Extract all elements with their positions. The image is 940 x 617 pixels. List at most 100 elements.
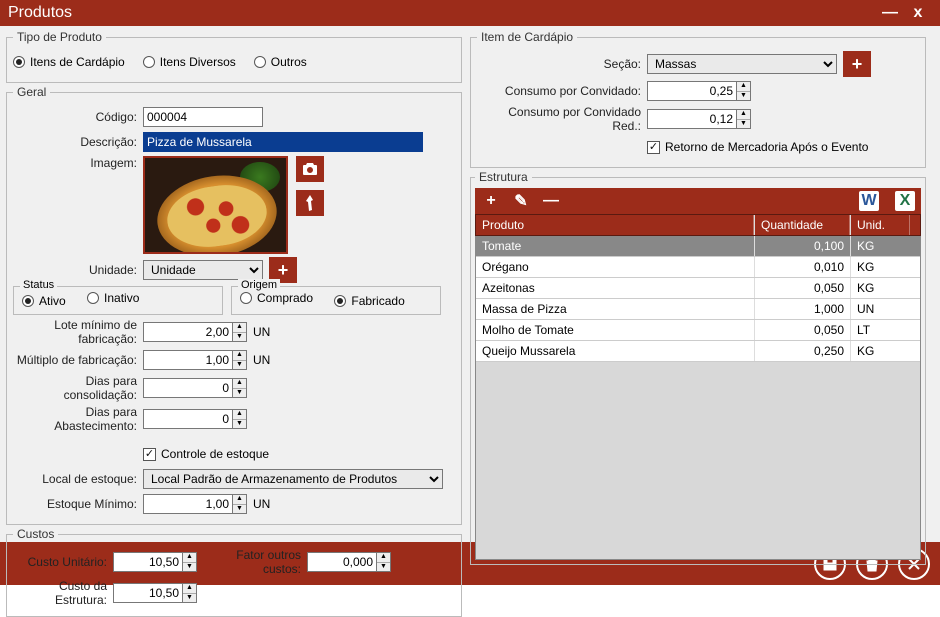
consumo-label: Consumo por Convidado:: [477, 84, 647, 98]
estoque-min-input[interactable]: ▲▼: [143, 494, 247, 514]
cell-unidade: KG: [850, 278, 910, 298]
toolbar-edit-button[interactable]: ✎: [511, 191, 531, 211]
status-group: Status Ativo Inativo: [13, 286, 223, 315]
estoque-min-label: Estoque Mínimo:: [13, 497, 143, 511]
close-button[interactable]: x: [904, 4, 932, 22]
table-row[interactable]: Azeitonas0,050KG: [476, 278, 920, 299]
cell-produto: Orégano: [476, 257, 754, 277]
cell-unidade: KG: [850, 236, 910, 256]
lote-unit: UN: [253, 325, 277, 339]
imagem-preview[interactable]: [143, 156, 288, 254]
unidade-select[interactable]: Unidade: [143, 260, 263, 280]
consumo-red-input[interactable]: ▲▼: [647, 109, 751, 129]
secao-label: Seção:: [477, 57, 647, 71]
estrutura-grid-header: Produto Quantidade Unid.: [475, 214, 921, 236]
titlebar: Produtos — x: [0, 0, 940, 26]
clear-image-button[interactable]: [296, 190, 324, 216]
tipo-produto-legend: Tipo de Produto: [13, 30, 106, 44]
custo-unitario-label: Custo Unitário:: [13, 555, 113, 569]
controle-estoque-checkbox[interactable]: Controle de estoque: [143, 447, 269, 461]
col-produto[interactable]: Produto: [476, 215, 754, 235]
table-row[interactable]: Massa de Pizza1,000UN: [476, 299, 920, 320]
lote-label: Lote mínimo de fabricação:: [13, 318, 143, 346]
codigo-input[interactable]: [143, 107, 263, 127]
multiplo-label: Múltiplo de fabricação:: [13, 353, 143, 367]
cell-quantidade: 0,050: [754, 278, 850, 298]
geral-group: Geral Código: Descrição: Imagem:: [6, 85, 462, 525]
cell-produto: Tomate: [476, 236, 754, 256]
cell-produto: Molho de Tomate: [476, 320, 754, 340]
minimize-button[interactable]: —: [876, 4, 904, 22]
table-row[interactable]: Orégano0,010KG: [476, 257, 920, 278]
unidade-label: Unidade:: [13, 263, 143, 277]
camera-icon: [302, 162, 318, 176]
cell-unidade: UN: [850, 299, 910, 319]
imagem-label: Imagem:: [13, 156, 143, 170]
radio-inativo[interactable]: Inativo: [87, 291, 139, 305]
descricao-input[interactable]: [143, 132, 423, 152]
cell-produto: Massa de Pizza: [476, 299, 754, 319]
lote-input[interactable]: ▲▼: [143, 322, 247, 342]
flashlight-icon: [303, 195, 317, 211]
col-quantidade[interactable]: Quantidade: [754, 215, 850, 235]
toolbar-add-button[interactable]: +: [481, 191, 501, 211]
estrutura-grid-body[interactable]: Tomate0,100KGOrégano0,010KGAzeitonas0,05…: [475, 236, 921, 560]
local-estoque-label: Local de estoque:: [13, 472, 143, 486]
multiplo-input[interactable]: ▲▼: [143, 350, 247, 370]
export-word-button[interactable]: W: [859, 191, 879, 211]
item-cardapio-legend: Item de Cardápio: [477, 30, 577, 44]
radio-comprado[interactable]: Comprado: [240, 291, 313, 305]
multiplo-unit: UN: [253, 353, 277, 367]
plus-icon: +: [278, 260, 289, 281]
tipo-produto-group: Tipo de Produto Itens de Cardápio Itens …: [6, 30, 462, 83]
custo-estrutura-input[interactable]: ▲▼: [113, 583, 197, 603]
cell-quantidade: 1,000: [754, 299, 850, 319]
cell-quantidade: 0,250: [754, 341, 850, 361]
toolbar-remove-button[interactable]: —: [541, 191, 561, 211]
estoque-min-unit: UN: [253, 497, 277, 511]
cell-quantidade: 0,100: [754, 236, 850, 256]
cell-quantidade: 0,050: [754, 320, 850, 340]
camera-button[interactable]: [296, 156, 324, 182]
retorno-checkbox[interactable]: Retorno de Mercadoria Após o Evento: [647, 140, 868, 154]
consumo-red-label: Consumo por Convidado Red.:: [477, 105, 647, 133]
radio-ativo[interactable]: Ativo: [22, 294, 66, 308]
custos-group: Custos Custo Unitário: ▲▼ Fator outros c…: [6, 527, 462, 617]
estrutura-legend: Estrutura: [475, 170, 532, 184]
radio-itens-diversos[interactable]: Itens Diversos: [143, 55, 236, 69]
origem-group: Origem Comprado Fabricado: [231, 286, 441, 315]
consumo-input[interactable]: ▲▼: [647, 81, 751, 101]
local-estoque-select[interactable]: Local Padrão de Armazenamento de Produto…: [143, 469, 443, 489]
descricao-label: Descrição:: [13, 135, 143, 149]
diasabast-label: Dias para Abastecimento:: [13, 405, 143, 433]
export-excel-button[interactable]: X: [895, 191, 915, 211]
estrutura-group: Estrutura + ✎ — W X Produto Quantidade U…: [470, 170, 926, 565]
item-cardapio-group: Item de Cardápio Seção: Massas + Consumo…: [470, 30, 926, 168]
diasabast-input[interactable]: ▲▼: [143, 409, 247, 429]
table-row[interactable]: Molho de Tomate0,050LT: [476, 320, 920, 341]
cell-unidade: KG: [850, 341, 910, 361]
fator-label: Fator outros custos:: [197, 548, 307, 576]
table-row[interactable]: Queijo Mussarela0,250KG: [476, 341, 920, 362]
cell-quantidade: 0,010: [754, 257, 850, 277]
radio-fabricado[interactable]: Fabricado: [334, 294, 404, 308]
add-secao-button[interactable]: +: [843, 51, 871, 77]
diasconsol-input[interactable]: ▲▼: [143, 378, 247, 398]
cell-unidade: LT: [850, 320, 910, 340]
estrutura-toolbar: + ✎ — W X: [475, 188, 921, 214]
cell-produto: Azeitonas: [476, 278, 754, 298]
table-row[interactable]: Tomate0,100KG: [476, 236, 920, 257]
diasconsol-label: Dias para consolidação:: [13, 374, 143, 402]
window-title: Produtos: [8, 4, 876, 22]
codigo-label: Código:: [13, 110, 143, 124]
fator-input[interactable]: ▲▼: [307, 552, 391, 572]
cell-produto: Queijo Mussarela: [476, 341, 754, 361]
custo-estrutura-label: Custo da Estrutura:: [13, 579, 113, 607]
radio-outros[interactable]: Outros: [254, 55, 307, 69]
col-unidade[interactable]: Unid.: [850, 215, 910, 235]
cell-unidade: KG: [850, 257, 910, 277]
custo-unitario-input[interactable]: ▲▼: [113, 552, 197, 572]
secao-select[interactable]: Massas: [647, 54, 837, 74]
plus-icon: +: [852, 54, 863, 75]
radio-itens-cardapio[interactable]: Itens de Cardápio: [13, 55, 125, 69]
